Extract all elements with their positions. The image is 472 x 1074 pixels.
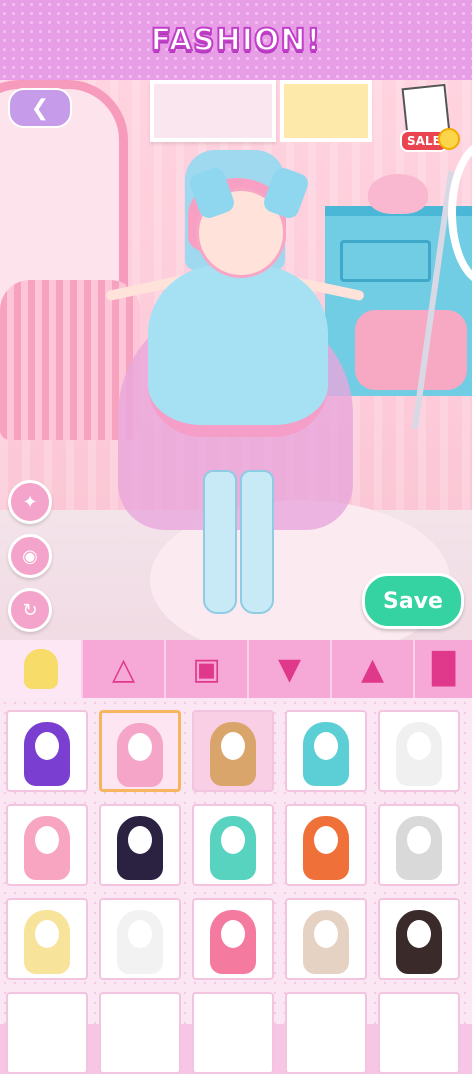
reset-button[interactable]: ↻ — [8, 588, 52, 632]
hair-item[interactable] — [192, 992, 274, 1074]
sale-shop-button[interactable]: SALE — [398, 83, 460, 152]
category-tabs: △ ▣ ▼ ▲ █ — [0, 640, 472, 698]
face-outline — [128, 826, 152, 854]
tab-dress[interactable]: △ — [83, 640, 166, 698]
header-bar: FASHION! — [0, 0, 472, 80]
dresser-drawer — [340, 240, 431, 282]
face-outline — [221, 732, 245, 760]
hair-item[interactable] — [6, 898, 88, 980]
poster-left — [150, 80, 276, 142]
hair-item[interactable] — [99, 898, 181, 980]
hair-item[interactable] — [285, 804, 367, 886]
socks-icon: █ — [431, 651, 456, 687]
hair-item[interactable] — [6, 710, 88, 792]
face-outline — [407, 826, 431, 854]
face-outline — [407, 732, 431, 760]
hair-item[interactable] — [99, 710, 181, 792]
camera-button[interactable]: ◉ — [8, 534, 52, 578]
hair-item[interactable] — [285, 992, 367, 1074]
tab-socks[interactable]: █ — [415, 640, 472, 698]
coin-icon — [438, 128, 460, 150]
face-outline — [314, 732, 338, 760]
hair-item[interactable] — [99, 804, 181, 886]
hair-item[interactable] — [192, 710, 274, 792]
dress-icon: △ — [111, 651, 136, 687]
tab-hair[interactable] — [0, 640, 83, 698]
jacket-icon: ▣ — [192, 651, 221, 687]
face-outline — [221, 826, 245, 854]
refresh-icon: ↻ — [22, 599, 38, 621]
hair-item[interactable] — [192, 804, 274, 886]
pose-icon: ✦ — [22, 491, 38, 513]
hair-item[interactable] — [378, 898, 460, 980]
face-outline — [35, 826, 59, 854]
face-outline — [314, 920, 338, 948]
face-outline — [35, 920, 59, 948]
face-outline — [221, 920, 245, 948]
hair-item[interactable] — [6, 992, 88, 1074]
hair-item[interactable] — [285, 898, 367, 980]
dressing-room-scene — [0, 80, 472, 640]
save-button[interactable]: Save — [362, 573, 464, 629]
tab-skirt[interactable]: ▲ — [332, 640, 415, 698]
face-outline — [35, 732, 59, 760]
hair-item[interactable] — [285, 710, 367, 792]
face-outline — [407, 920, 431, 948]
top-icon: ▼ — [277, 651, 302, 687]
hair-item[interactable] — [378, 804, 460, 886]
item-grid — [0, 698, 472, 1074]
hair-icon — [23, 649, 58, 689]
tab-top[interactable]: ▼ — [249, 640, 332, 698]
hair-item[interactable] — [6, 804, 88, 886]
pillow — [355, 310, 467, 390]
face-outline — [128, 733, 152, 761]
skirt-icon: ▲ — [360, 651, 385, 687]
tab-jacket[interactable]: ▣ — [166, 640, 249, 698]
camera-icon: ◉ — [22, 545, 38, 567]
page-title: FASHION! — [150, 22, 322, 59]
hair-item[interactable] — [378, 710, 460, 792]
face-outline — [314, 826, 338, 854]
back-button[interactable]: ❮ — [8, 88, 72, 128]
hair-item[interactable] — [378, 992, 460, 1074]
face-outline — [128, 920, 152, 948]
pose-button[interactable]: ✦ — [8, 480, 52, 524]
hair-item[interactable] — [192, 898, 274, 980]
plush-cat — [368, 174, 428, 214]
chevron-left-icon: ❮ — [30, 95, 50, 121]
sofa — [0, 280, 140, 440]
hair-item[interactable] — [99, 992, 181, 1074]
poster-right — [280, 80, 372, 142]
